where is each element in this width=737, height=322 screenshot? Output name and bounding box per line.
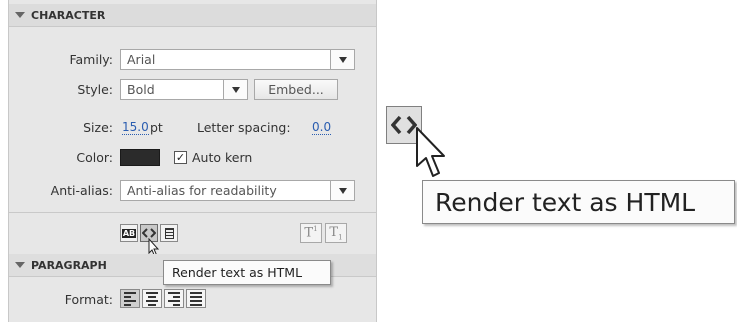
family-dropdown[interactable]: Arial xyxy=(120,49,332,70)
subscript-icon: T1 xyxy=(329,224,343,242)
show-border-button[interactable] xyxy=(160,224,178,242)
family-label: Family: xyxy=(69,52,113,67)
subscript-button[interactable]: T1 xyxy=(325,223,347,243)
selectable-text-icon: AB xyxy=(121,228,137,238)
letter-spacing-label: Letter spacing: xyxy=(197,120,291,135)
divider xyxy=(9,212,376,213)
align-center-button[interactable] xyxy=(142,289,162,308)
letter-spacing-value[interactable]: 0.0 xyxy=(312,121,332,135)
character-header-label: CHARACTER xyxy=(31,8,106,22)
auto-kern-label: Auto kern xyxy=(192,150,253,165)
justify-button[interactable] xyxy=(186,289,206,308)
style-dropdown-button[interactable] xyxy=(223,79,248,100)
align-right-button[interactable] xyxy=(164,289,184,308)
anti-alias-dropdown[interactable]: Anti-alias for readability xyxy=(120,180,332,201)
collapse-triangle-icon[interactable] xyxy=(15,12,25,18)
superscript-button[interactable]: T1 xyxy=(300,223,322,243)
tooltip-text: Render text as HTML xyxy=(172,265,303,280)
align-left-button[interactable] xyxy=(120,289,140,308)
anti-alias-dropdown-button[interactable] xyxy=(330,180,355,201)
auto-kern-checkbox[interactable]: ✓ xyxy=(174,151,187,164)
style-dropdown[interactable]: Bold xyxy=(120,79,225,100)
collapse-triangle-icon[interactable] xyxy=(15,262,25,268)
paragraph-header-label: PARAGRAPH xyxy=(31,258,107,272)
anti-alias-value: Anti-alias for readability xyxy=(127,183,277,198)
size-unit: pt xyxy=(150,120,163,135)
family-dropdown-button[interactable] xyxy=(330,49,355,70)
show-border-icon xyxy=(164,227,174,239)
zoomed-tooltip-text: Render text as HTML xyxy=(435,187,696,217)
chevron-down-icon xyxy=(338,56,347,63)
color-label: Color: xyxy=(76,150,113,165)
character-section-header[interactable]: CHARACTER xyxy=(9,4,376,27)
anti-alias-label: Anti-alias: xyxy=(50,183,113,198)
style-value: Bold xyxy=(127,82,155,97)
chevron-down-icon xyxy=(338,187,347,194)
superscript-icon: T1 xyxy=(304,225,318,241)
mouse-cursor-icon xyxy=(416,127,445,177)
properties-panel: CHARACTER Family: Arial Style: Bold Embe… xyxy=(8,0,377,322)
size-value[interactable]: 15.0 xyxy=(122,121,149,135)
tooltip: Render text as HTML xyxy=(163,260,331,285)
family-value: Arial xyxy=(127,52,156,67)
zoomed-tooltip: Render text as HTML xyxy=(422,180,735,224)
embed-button[interactable]: Embed... xyxy=(254,79,338,100)
color-swatch[interactable] xyxy=(120,149,160,166)
format-label: Format: xyxy=(64,292,113,307)
style-label: Style: xyxy=(77,82,113,97)
size-label: Size: xyxy=(83,120,113,135)
chevron-down-icon xyxy=(231,86,240,93)
selectable-text-button[interactable]: AB xyxy=(120,224,138,242)
